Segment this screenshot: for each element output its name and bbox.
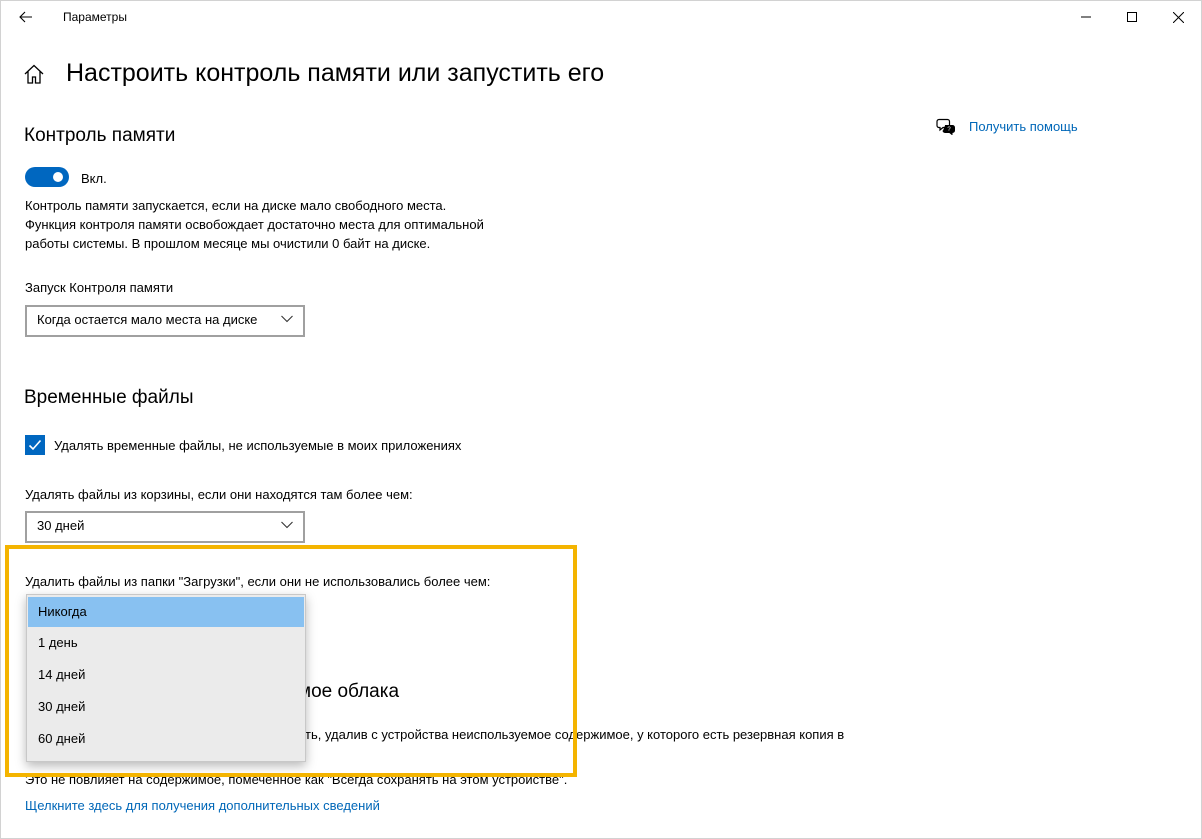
downloads-option-1-day[interactable]: 1 день [27,627,305,659]
recycle-bin-label: Удалять файлы из корзины, если они наход… [25,487,413,502]
storage-sense-heading: Контроль памяти [24,125,176,146]
run-storage-sense-dropdown[interactable]: Когда остается мало места на диске [25,305,305,337]
cloud-text-partial: ять, удалив с устройства неиспользуемое … [298,727,845,742]
storage-sense-description: Контроль памяти запускается, если на дис… [25,198,484,251]
home-button[interactable] [22,62,46,86]
storage-sense-toggle[interactable] [25,167,69,187]
back-button[interactable] [6,2,46,32]
maximize-button[interactable] [1109,0,1155,34]
run-storage-sense-value: Когда остается мало места на диске [37,312,258,327]
home-icon [24,64,44,84]
chevron-down-icon [281,315,293,323]
close-icon [1172,11,1184,23]
minimize-button[interactable] [1063,0,1109,34]
toggle-knob [53,172,63,182]
downloads-dropdown-list[interactable]: Никогда 1 день 14 дней 30 дней 60 дней [26,594,306,762]
close-button[interactable] [1155,0,1201,34]
delete-temp-files-label[interactable]: Удалять временные файлы, не используемые… [54,438,461,453]
delete-temp-files-checkbox[interactable] [25,435,45,455]
recycle-bin-value: 30 дней [37,518,85,533]
downloads-option-30-days[interactable]: 30 дней [27,691,305,723]
cloud-note: Это не повлияет на содержимое, помеченно… [25,772,568,787]
downloads-option-60-days[interactable]: 60 дней [27,723,305,755]
toggle-state-label: Вкл. [81,171,107,186]
get-help-link[interactable]: ? Получить помощь [936,117,1078,135]
title-bar: Параметры [0,0,1202,34]
run-storage-sense-label: Запуск Контроля памяти [25,280,174,295]
back-arrow-icon [19,11,32,23]
page-title: Настроить контроль памяти или запустить … [66,59,605,87]
chevron-down-icon [281,521,293,529]
downloads-option-14-days[interactable]: 14 дней [27,659,305,691]
maximize-icon [1127,12,1137,22]
cloud-heading-partial: мое облака [298,681,400,702]
app-title: Параметры [63,10,127,24]
minimize-icon [1081,16,1091,18]
temp-files-heading: Временные файлы [24,387,194,408]
help-chat-icon: ? [936,118,955,135]
downloads-option-never[interactable]: Никогда [28,597,304,627]
downloads-label: Удалить файлы из папки "Загрузки", если … [25,574,491,589]
more-info-link[interactable]: Щелкните здесь для получения дополнитель… [25,798,380,813]
get-help-label[interactable]: Получить помощь [969,119,1078,134]
checkmark-icon [28,439,42,451]
recycle-bin-dropdown[interactable]: 30 дней [25,511,305,543]
